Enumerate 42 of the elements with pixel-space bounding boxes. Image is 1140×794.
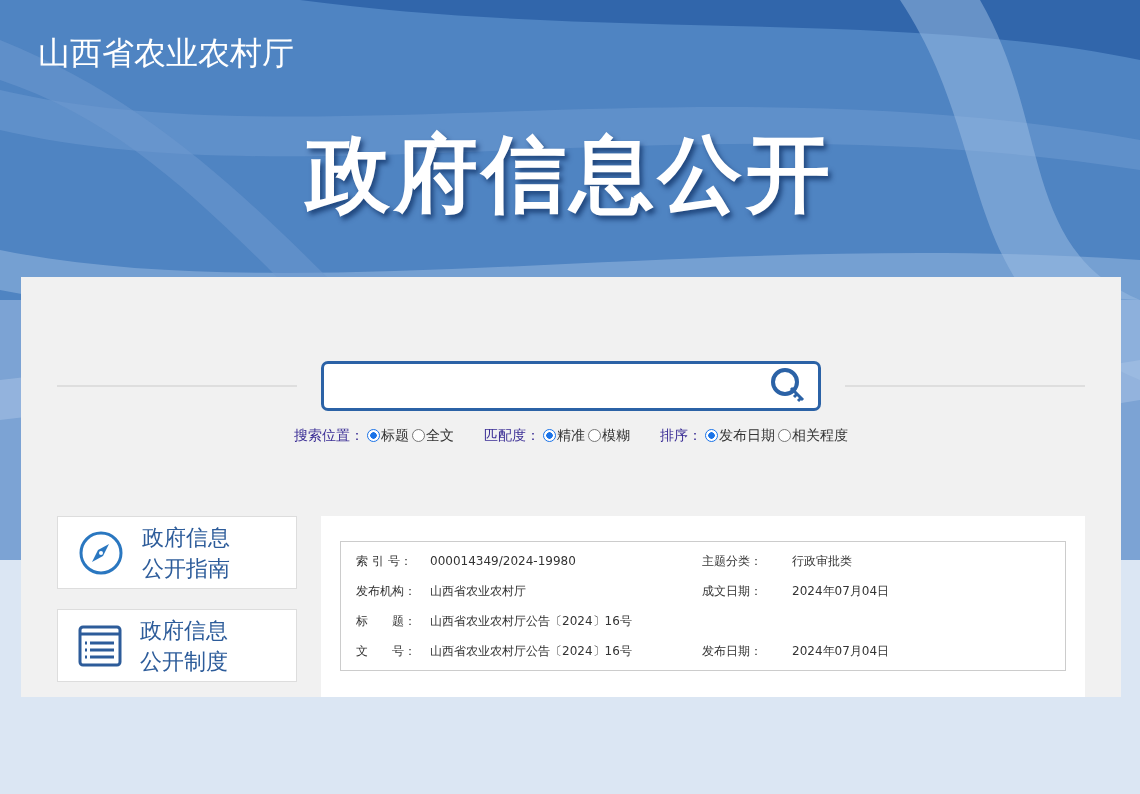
field-value: 2024年07月04日: [792, 583, 890, 601]
radio-button[interactable]: [588, 429, 601, 443]
compass-icon: [78, 529, 124, 576]
radio-label[interactable]: 精准: [557, 425, 585, 447]
side-link-text[interactable]: 政府信息 公开指南: [142, 521, 230, 584]
banner-title: 政府信息公开: [303, 124, 835, 226]
field-value: 山西省农业农村厅公告〔2024〕16号: [430, 643, 633, 661]
field-value: 2024年07月04日: [792, 643, 890, 661]
link-line[interactable]: 公开制度: [140, 645, 228, 677]
filter-label: 匹配度：: [484, 426, 540, 446]
radio-button[interactable]: [705, 429, 718, 443]
radio-button[interactable]: [543, 429, 556, 443]
radio-button[interactable]: [367, 429, 380, 443]
field-value: 000014349/2024-19980: [430, 553, 577, 571]
list-icon: [78, 623, 122, 668]
radio-button[interactable]: [412, 429, 425, 443]
search-field[interactable]: [321, 361, 821, 412]
field-value: 行政审批类: [792, 553, 852, 571]
radio-label[interactable]: 发布日期: [719, 425, 775, 447]
field-label: 成文日期：: [702, 583, 763, 601]
radio-label[interactable]: 标题: [381, 425, 409, 447]
link-line[interactable]: 政府信息: [142, 521, 230, 553]
side-link-text[interactable]: 政府信息 公开制度: [140, 614, 228, 677]
site-name: 山西省农业农村厅: [37, 33, 295, 73]
side-link-card[interactable]: 政府信息 公开制度: [57, 609, 297, 683]
field-value: 山西省农业农村厅公告〔2024〕16号: [430, 613, 633, 631]
field-value: 山西省农业农村厅: [430, 583, 527, 601]
link-line[interactable]: 公开指南: [142, 552, 230, 584]
filter-label: 搜索位置：: [294, 426, 364, 446]
radio-button[interactable]: [778, 429, 791, 443]
radio-label[interactable]: 模糊: [602, 425, 630, 447]
field-label: 发布日期：: [702, 643, 763, 661]
link-line[interactable]: 政府信息: [140, 614, 228, 646]
field-label: 文 号：: [356, 643, 417, 661]
field-label: 主题分类：: [702, 553, 763, 571]
field-label: 索 引 号：: [356, 553, 413, 571]
filter-label: 排序：: [660, 426, 702, 446]
radio-label[interactable]: 全文: [426, 425, 454, 447]
field-label: 发布机构：: [356, 583, 417, 601]
side-link-card[interactable]: 政府信息 公开指南: [57, 516, 297, 590]
radio-label[interactable]: 相关程度: [792, 425, 848, 447]
field-label: 标 题：: [356, 613, 417, 631]
